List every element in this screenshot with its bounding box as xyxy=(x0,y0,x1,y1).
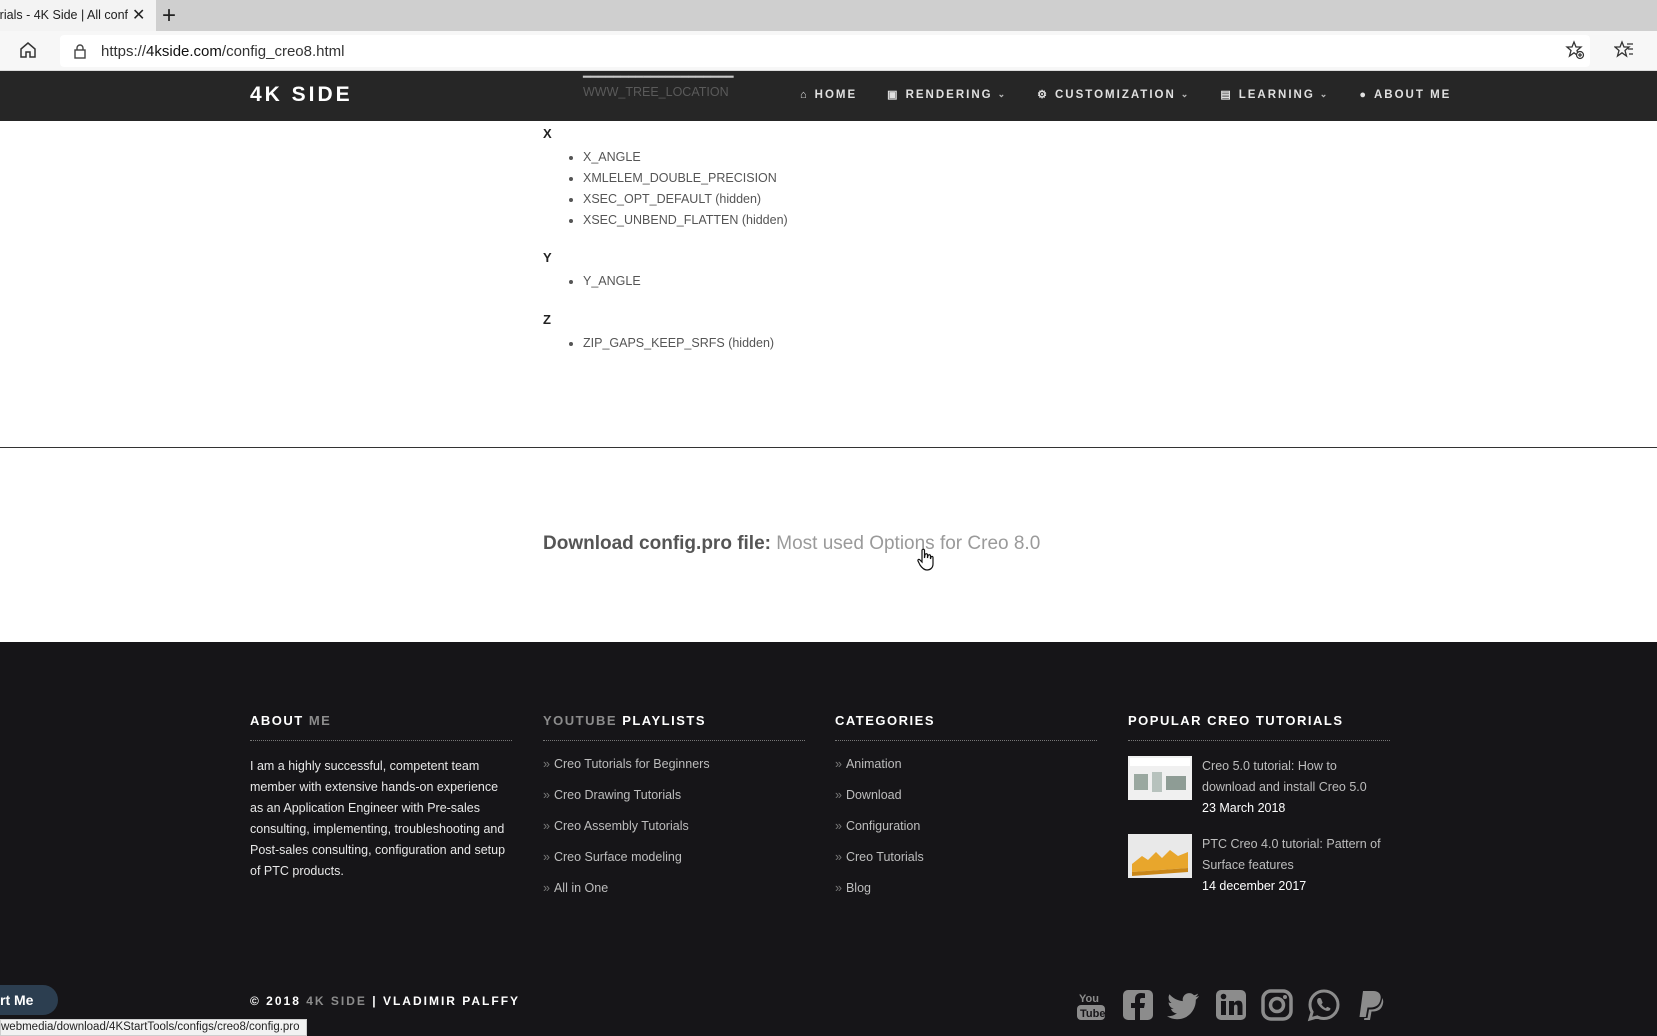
site-footer: ABOUT ME I am a highly successful, compe… xyxy=(0,642,1657,1036)
tutorial-title[interactable]: PTC Creo 4.0 tutorial: Pattern of Surfac… xyxy=(1202,834,1390,876)
list-item[interactable]: » Creo Surface modeling xyxy=(543,850,805,881)
chevron-down-icon: ⌄ xyxy=(1180,89,1191,99)
tutorial-title[interactable]: Creo 5.0 tutorial: How to download and i… xyxy=(1202,756,1390,798)
new-tab-icon[interactable]: + xyxy=(162,2,176,30)
youtube-icon[interactable]: You Tube xyxy=(1074,988,1108,1022)
start-me-button[interactable]: rt Me xyxy=(0,985,58,1015)
main-nav: ⌂ HOME ▣ RENDERING ⌄ ⚙ CUSTOMIZATION ⌄ ▤ LEARN… xyxy=(800,88,1481,102)
scrolled-option-partial: WWW_TREE_LOCATION xyxy=(583,85,729,99)
tutorial-thumbnail xyxy=(1128,834,1192,878)
nav-item-customization[interactable]: ⚙ CUSTOMIZATION ⌄ xyxy=(1037,88,1191,102)
option-group-y: Y Y_ANGLE xyxy=(543,250,641,292)
footer-heading: ABOUT ME xyxy=(250,713,512,741)
option-list: X_ANGLE XMLELEM_DOUBLE_PRECISION XSEC_OP… xyxy=(583,147,788,231)
list-item[interactable]: » Creo Drawing Tutorials xyxy=(543,788,805,819)
footer-about-column: ABOUT ME I am a highly successful, compe… xyxy=(250,713,512,882)
add-favorite-icon[interactable] xyxy=(1565,40,1585,60)
twitter-icon[interactable] xyxy=(1167,988,1201,1022)
url-field[interactable]: https://4kside.com/config_creo8.html xyxy=(60,35,1590,67)
footer-heading: YOUTUBE PLAYLISTS xyxy=(543,713,805,741)
site-navbar: ━━━━━━━━━━━━━━━━━━━━ WWW_TREE_LOCATION 4… xyxy=(0,70,1657,121)
group-letter: Z xyxy=(543,312,551,327)
download-label: Download config.pro file: xyxy=(543,533,771,554)
favorites-icon[interactable] xyxy=(1614,40,1634,60)
playlist-links: » Creo Tutorials for Beginners » Creo Draw… xyxy=(543,757,805,912)
list-item[interactable]: » Configuration xyxy=(835,819,1097,850)
browser-tab-strip: orials - 4K Side | All conf ✕ + xyxy=(0,0,1657,31)
image-icon: ▣ xyxy=(887,89,900,101)
scrolled-option-partial: ━━━━━━━━━━━━━━━━━━━━ xyxy=(583,70,734,84)
cogs-icon: ⚙ xyxy=(1037,89,1049,101)
svg-text:You: You xyxy=(1079,993,1099,1005)
browser-tab[interactable]: orials - 4K Side | All conf ✕ xyxy=(0,0,156,31)
close-tab-icon[interactable]: ✕ xyxy=(132,5,145,25)
book-icon: ▤ xyxy=(1220,89,1233,101)
list-item: XSEC_UNBEND_FLATTEN (hidden) xyxy=(583,210,788,231)
footer-heading: CATEGORIES xyxy=(835,713,1097,741)
address-toolbar: https://4kside.com/config_creo8.html xyxy=(0,31,1657,71)
chevron-down-icon: ⌄ xyxy=(997,89,1008,99)
list-item[interactable]: » Creo Tutorials xyxy=(835,850,1097,881)
footer-popular-column: POPULAR CREO TUTORIALS Creo 5.0 tutorial… xyxy=(1128,713,1390,912)
download-section: Download config.pro file: Most used Opti… xyxy=(543,533,1040,555)
option-list: ZIP_GAPS_KEEP_SRFS (hidden) xyxy=(583,333,774,354)
list-item: X_ANGLE xyxy=(583,147,788,168)
list-item: XSEC_OPT_DEFAULT (hidden) xyxy=(583,189,788,210)
footer-youtube-column: YOUTUBE PLAYLISTS » Creo Tutorials for Be… xyxy=(543,713,805,912)
option-group-z: Z ZIP_GAPS_KEEP_SRFS (hidden) xyxy=(543,312,774,354)
url-text: https://4kside.com/config_creo8.html xyxy=(101,43,345,60)
tutorial-item[interactable]: PTC Creo 4.0 tutorial: Pattern of Surfac… xyxy=(1128,834,1390,912)
option-list: Y_ANGLE xyxy=(583,271,641,292)
nav-item-about-me[interactable]: ● ABOUT ME xyxy=(1359,88,1451,101)
user-icon: ● xyxy=(1359,88,1368,101)
group-letter: Y xyxy=(543,250,552,265)
list-item: Y_ANGLE xyxy=(583,271,641,292)
group-letter: X xyxy=(543,126,552,141)
paypal-icon[interactable] xyxy=(1353,988,1387,1022)
chevron-down-icon: ⌄ xyxy=(1319,89,1330,99)
site-logo[interactable]: 4K SIDE xyxy=(250,83,353,107)
tutorial-date: 23 March 2018 xyxy=(1202,801,1286,815)
svg-text:Tube: Tube xyxy=(1080,1008,1105,1020)
list-item[interactable]: » Blog xyxy=(835,881,1097,912)
lock-icon xyxy=(74,44,86,59)
footer-heading: POPULAR CREO TUTORIALS xyxy=(1128,713,1390,741)
copyright: © 2018 4K SIDE | VLADIMIR PALFFY xyxy=(250,994,521,1008)
list-item[interactable]: » Creo Assembly Tutorials xyxy=(543,819,805,850)
footer-categories-column: CATEGORIES » Animation » Download » Configu… xyxy=(835,713,1097,912)
status-bar-url: webmedia/download/4KStartTools/configs/c… xyxy=(0,1019,307,1036)
about-text: I am a highly successful, competent team… xyxy=(250,759,506,878)
nav-item-learning[interactable]: ▤ LEARNING ⌄ xyxy=(1220,88,1330,102)
tutorial-date: 14 december 2017 xyxy=(1202,879,1307,893)
list-item[interactable]: » All in One xyxy=(543,881,805,912)
home-icon[interactable] xyxy=(18,40,38,60)
tutorial-item[interactable]: Creo 5.0 tutorial: How to download and i… xyxy=(1128,756,1390,834)
list-item[interactable]: » Animation xyxy=(835,757,1097,788)
tab-title: orials - 4K Side | All conf xyxy=(0,8,128,22)
section-divider xyxy=(0,447,1657,448)
tutorial-thumbnail xyxy=(1128,756,1192,800)
nav-item-rendering[interactable]: ▣ RENDERING ⌄ xyxy=(887,88,1008,102)
instagram-icon[interactable] xyxy=(1260,988,1294,1022)
list-item[interactable]: » Download xyxy=(835,788,1097,819)
nav-item-home[interactable]: ⌂ HOME xyxy=(800,88,857,101)
option-group-x: X X_ANGLE XMLELEM_DOUBLE_PRECISION XSEC_… xyxy=(543,126,788,231)
hand-cursor-icon xyxy=(917,548,934,571)
category-links: » Animation » Download » Configuration » Cre… xyxy=(835,757,1097,912)
home-icon: ⌂ xyxy=(800,88,809,101)
download-config-link[interactable]: Most used Options for Creo 8.0 xyxy=(776,533,1040,554)
list-item: XMLELEM_DOUBLE_PRECISION xyxy=(583,168,788,189)
linkedin-icon[interactable] xyxy=(1214,988,1248,1022)
whatsapp-icon[interactable] xyxy=(1307,988,1341,1022)
list-item: ZIP_GAPS_KEEP_SRFS (hidden) xyxy=(583,333,774,354)
list-item[interactable]: » Creo Tutorials for Beginners xyxy=(543,757,805,788)
social-icons: You Tube xyxy=(1074,988,1400,1022)
facebook-icon[interactable] xyxy=(1121,988,1155,1022)
